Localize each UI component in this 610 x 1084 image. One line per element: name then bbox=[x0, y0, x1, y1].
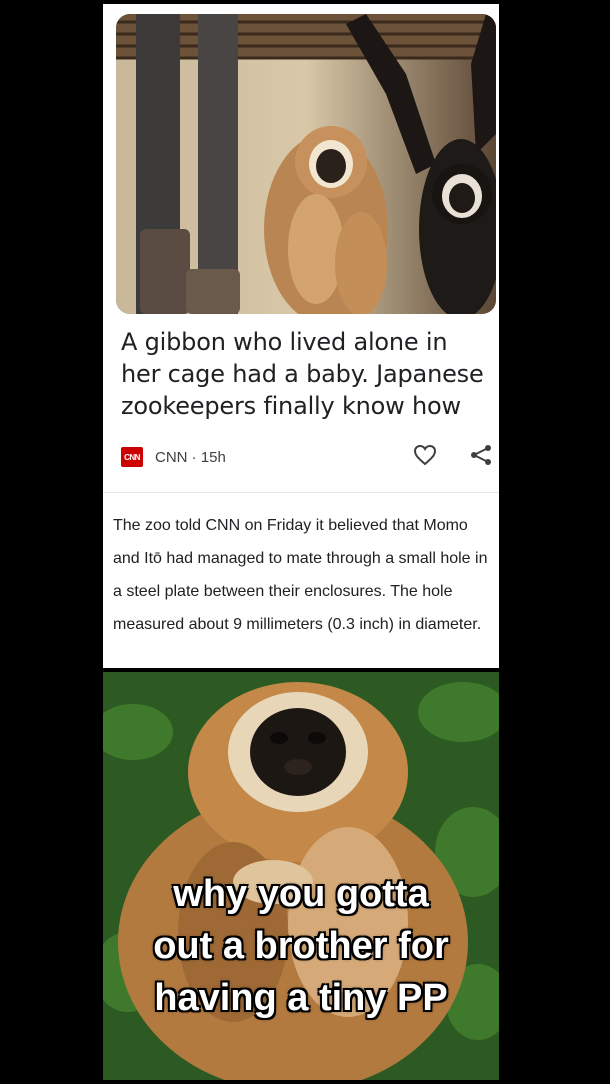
article-meta: CNN CNN · 15h bbox=[121, 442, 493, 472]
article-photo[interactable] bbox=[116, 14, 496, 314]
share-icon[interactable] bbox=[469, 443, 493, 472]
caption-line: out a brother for bbox=[153, 925, 449, 967]
meme-image: why you gotta out a brother for having a… bbox=[103, 672, 499, 1080]
article-headline[interactable]: A gibbon who lived alone in her cage had… bbox=[121, 326, 491, 422]
gibbons-in-cage-image bbox=[116, 14, 496, 314]
caption-line: having a tiny PP bbox=[154, 977, 448, 1019]
caption-line: why you gotta bbox=[173, 873, 429, 915]
cnn-logo: CNN bbox=[121, 447, 143, 467]
source-and-time: CNN · 15h bbox=[155, 448, 226, 466]
news-card[interactable]: A gibbon who lived alone in her cage had… bbox=[103, 4, 499, 668]
meme-caption: why you gotta out a brother for having a… bbox=[103, 868, 499, 1024]
article-excerpt: The zoo told CNN on Friday it believed t… bbox=[113, 517, 488, 633]
heart-icon[interactable] bbox=[413, 444, 437, 471]
divider bbox=[103, 492, 499, 493]
